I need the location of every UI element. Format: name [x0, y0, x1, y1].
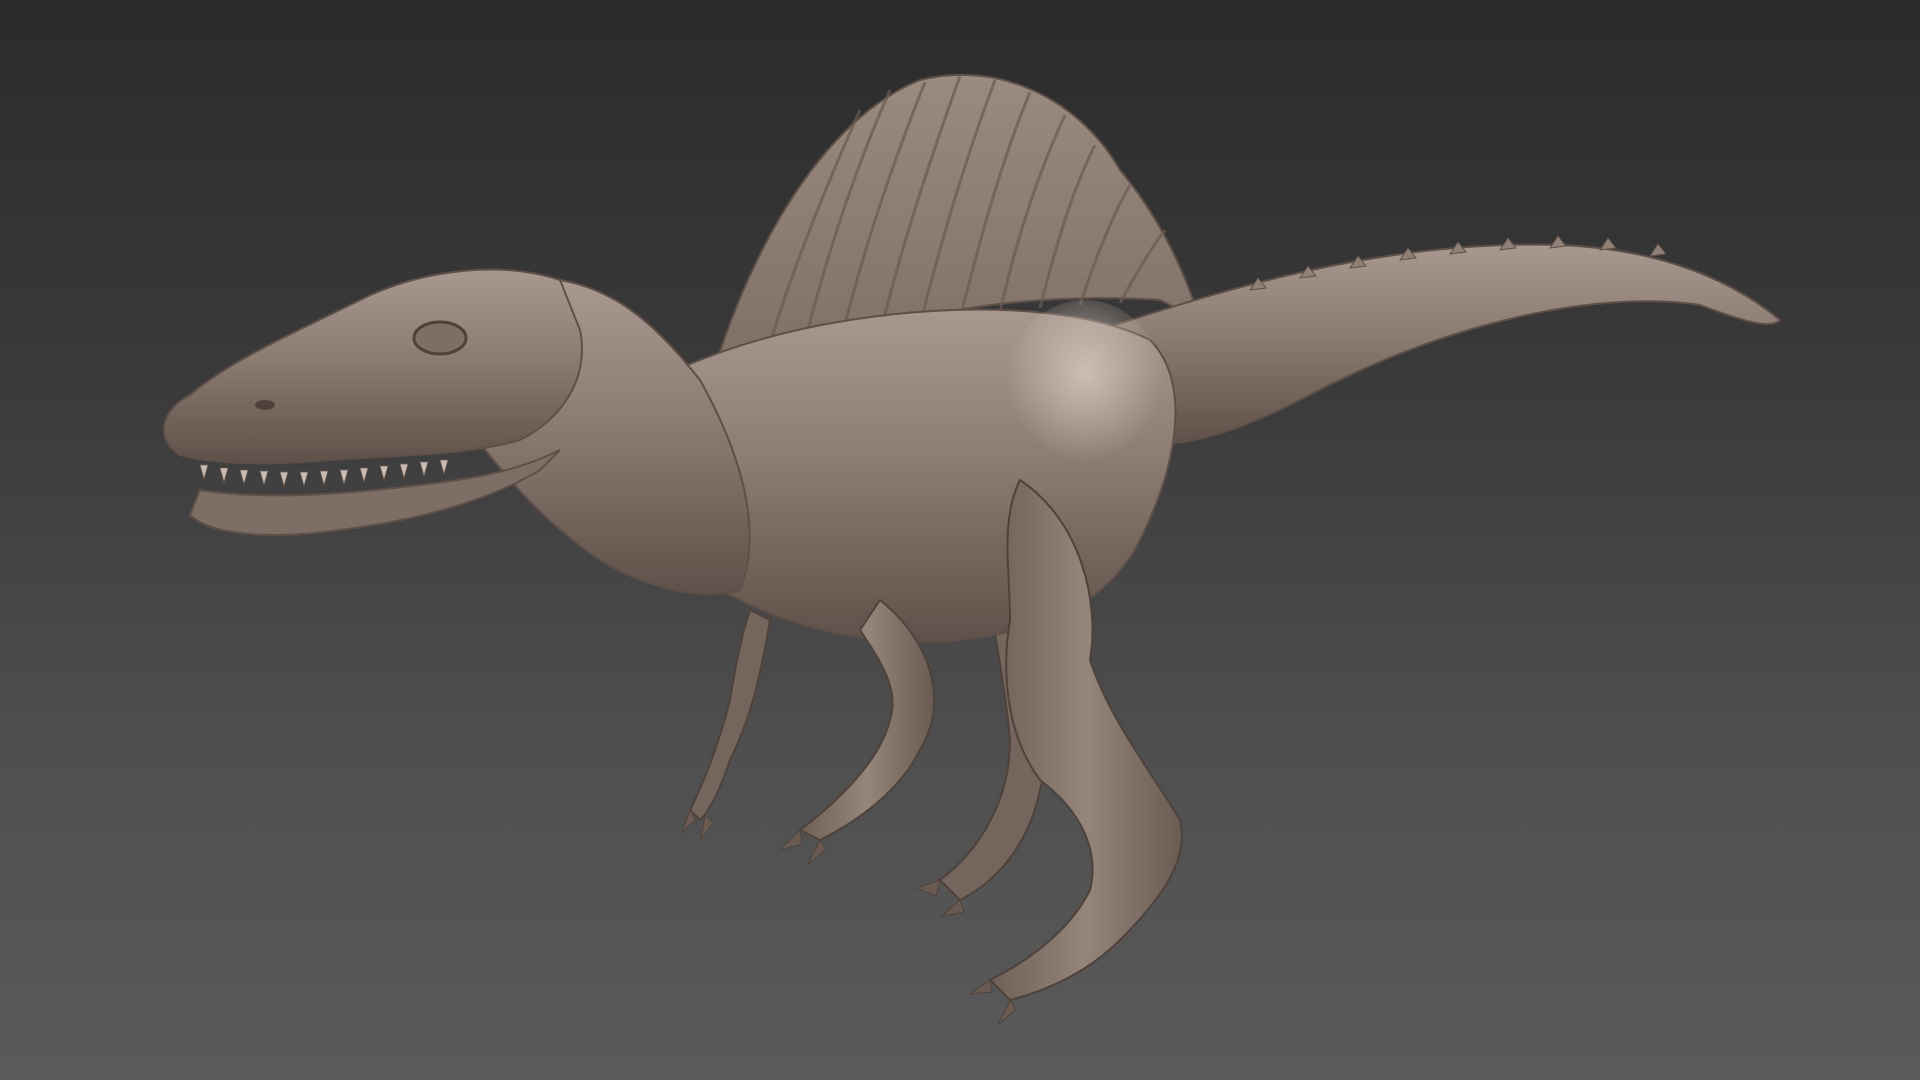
- nostril: [255, 400, 275, 410]
- tail: [1098, 243, 1782, 445]
- teeth: [199, 459, 449, 488]
- 3d-viewport[interactable]: [0, 0, 1920, 1080]
- eye: [412, 320, 468, 356]
- near-arm: [798, 598, 935, 842]
- spinosaurus-sculpt: [163, 73, 1782, 1025]
- far-arm: [688, 608, 772, 822]
- claws: [680, 808, 1017, 1025]
- head: [163, 268, 583, 465]
